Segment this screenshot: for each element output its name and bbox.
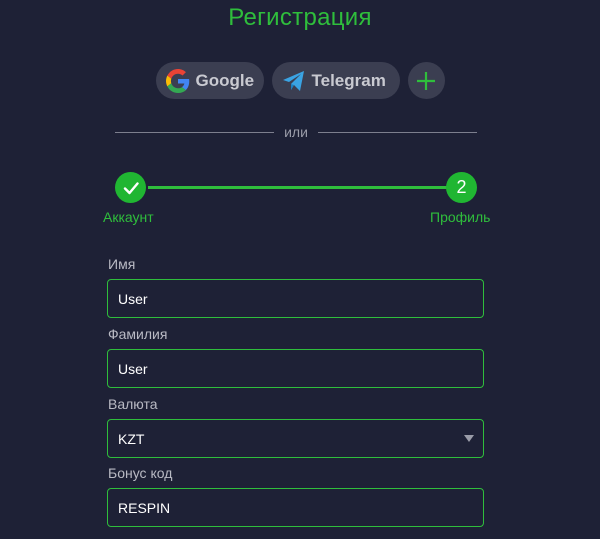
divider-line-right [317,131,477,133]
google-icon [165,68,190,93]
page-title: Регистрация [228,4,372,31]
currency-label: Валюта [108,396,158,412]
currency-select[interactable]: KZT [107,419,484,458]
step-account-label: Аккаунт [103,209,154,225]
or-divider: или [115,124,477,140]
social-login-row: Google Telegram [0,62,600,99]
bonus-code-label: Бонус код [108,465,173,481]
last-name-label: Фамилия [108,326,168,342]
divider-text: или [284,124,308,140]
telegram-icon [282,70,306,92]
step-profile-label: Профиль [430,209,491,225]
google-login-label: Google [195,70,255,90]
first-name-label: Имя [108,256,136,272]
divider-line-left [115,131,275,133]
bonus-code-input[interactable] [118,499,483,516]
stepper-progress-line [148,186,448,189]
plus-icon [416,71,436,91]
last-name-field[interactable] [107,349,484,388]
step-profile-circle: 2 [446,172,477,203]
step-account-circle[interactable] [115,172,146,203]
more-login-options-button[interactable] [407,62,445,99]
first-name-input[interactable] [118,290,483,307]
registration-stepper: 2 Аккаунт Профиль [0,172,600,232]
first-name-field[interactable] [107,279,484,318]
last-name-input[interactable] [118,360,483,377]
telegram-login-button[interactable]: Telegram [271,62,400,99]
telegram-login-label: Telegram [311,70,386,90]
dropdown-caret-icon [464,435,474,442]
currency-selected-value: KZT [118,430,145,447]
google-login-button[interactable]: Google [155,62,264,99]
bonus-code-field[interactable] [107,488,484,527]
check-icon [122,179,140,197]
